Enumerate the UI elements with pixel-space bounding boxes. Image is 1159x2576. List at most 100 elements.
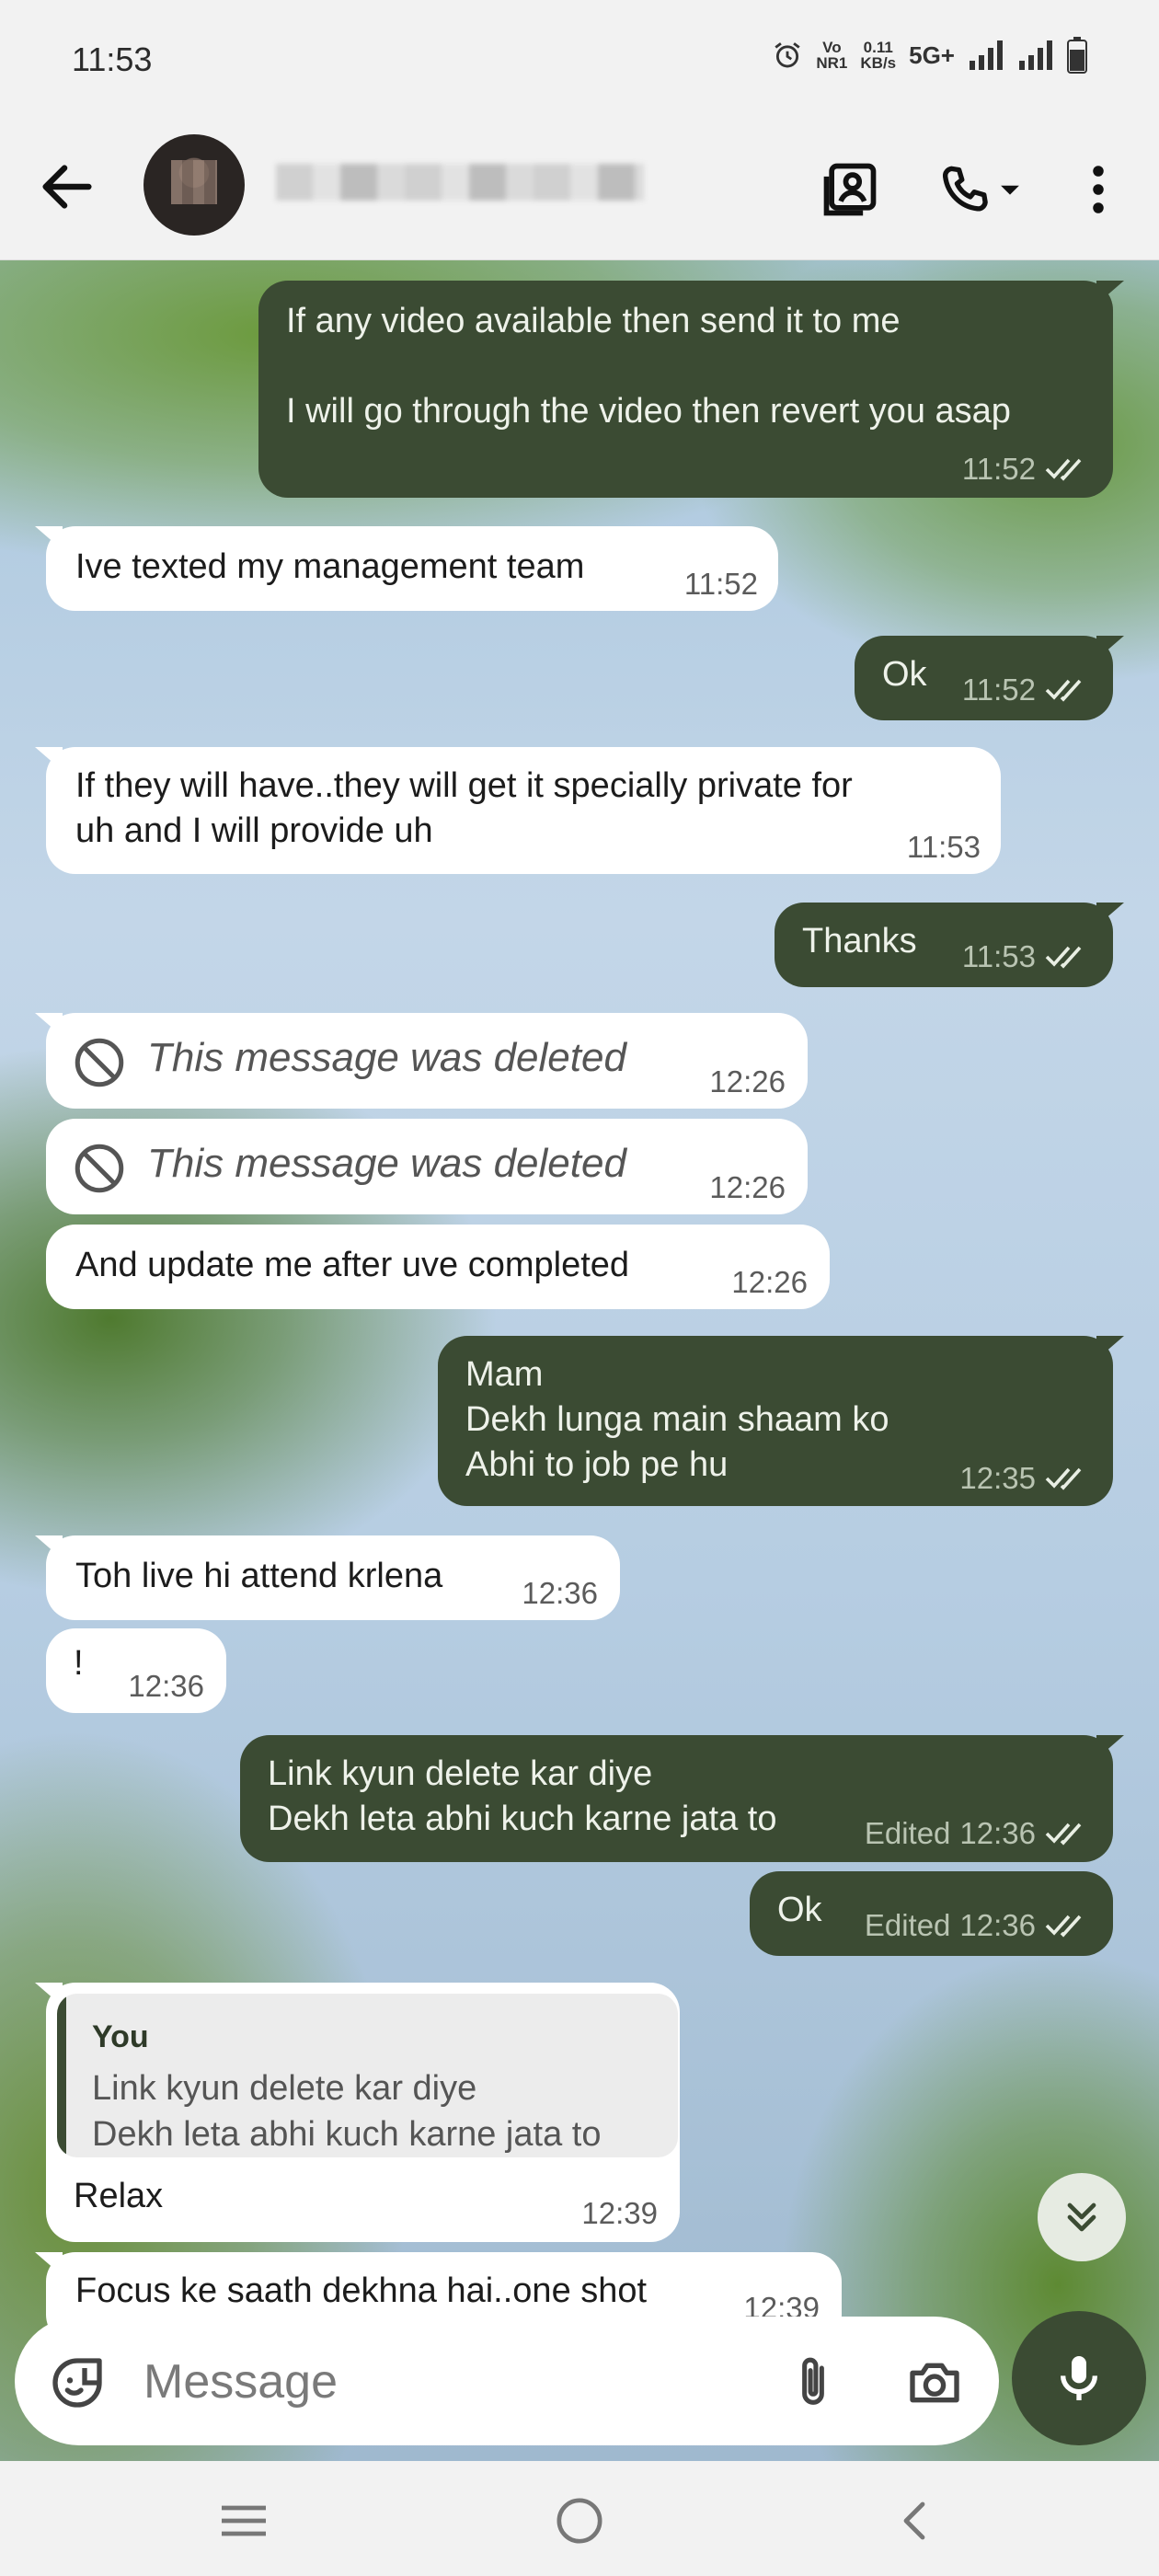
sticker-icon <box>52 2358 102 2408</box>
message-bubble-outgoing[interactable]: Link kyun delete kar diye Dekh leta abhi… <box>240 1735 1124 1862</box>
message-time: 11:52 <box>961 673 1036 707</box>
volte-indicator: Vo NR1 <box>816 40 847 71</box>
message-bubble-incoming[interactable]: If they will have..they will get it spec… <box>35 747 1001 874</box>
message-meta: 11:52 <box>962 452 1089 487</box>
alarm-icon <box>775 42 800 68</box>
scroll-to-bottom-button[interactable] <box>1038 2173 1126 2261</box>
message-composer <box>15 2317 999 2445</box>
message-text: Mam Dekh lunga main shaam ko Abhi to job… <box>465 1355 889 1484</box>
edited-label: Edited <box>864 1816 951 1850</box>
message-time: 12:36 <box>128 1669 204 1703</box>
emoji-sticker-button[interactable] <box>48 2353 107 2412</box>
more-options-button[interactable] <box>1061 153 1135 226</box>
blocked-icon <box>75 1144 124 1193</box>
network-type: 5G+ <box>909 40 955 69</box>
volte-top: Vo <box>822 39 842 56</box>
message-time: 12:36 <box>959 1816 1036 1850</box>
message-text: If they will have..they will get it spec… <box>75 766 853 850</box>
contact-card-icon <box>823 163 877 216</box>
message-time: 11:52 <box>683 567 758 601</box>
message-bubble-incoming[interactable]: Toh live hi attend krlena 12:36 <box>35 1535 620 1620</box>
camera-button[interactable] <box>905 2353 964 2412</box>
quote-accent-bar <box>57 1994 66 2157</box>
message-text: ! <box>74 1644 84 1683</box>
back-button[interactable] <box>35 155 99 219</box>
message-time: 12:26 <box>709 1170 786 1204</box>
message-time: 11:52 <box>961 452 1036 486</box>
chevron-left-icon <box>903 2501 925 2540</box>
attach-button[interactable] <box>784 2353 843 2412</box>
phone-icon <box>942 166 988 212</box>
message-text: Relax <box>74 2177 164 2215</box>
message-bubble-reply[interactable]: You Link kyun delete kar diye Dekh leta … <box>35 1983 680 2242</box>
voice-record-button[interactable] <box>1012 2311 1146 2445</box>
status-bar: 11:53 Vo NR1 0.11 KB/s 5G+ <box>0 0 1159 120</box>
message-time: 12:36 <box>522 1576 598 1610</box>
contact-avatar[interactable] <box>143 134 245 236</box>
message-bubble-outgoing[interactable]: Ok Edited 12:36 <box>750 1871 1113 1956</box>
message-text: Focus ke saath dekhna hai..one shot <box>75 2271 648 2310</box>
double-check-icon <box>1045 1467 1082 1490</box>
signal-icon-1 <box>970 40 1003 70</box>
blocked-icon <box>75 1038 124 1087</box>
message-time: 11:53 <box>906 830 981 864</box>
edited-label: Edited <box>864 1908 951 1942</box>
message-input[interactable] <box>142 2344 734 2420</box>
double-chevron-down-icon <box>1067 2202 1096 2232</box>
status-time: 11:53 <box>72 40 153 78</box>
paperclip-icon <box>802 2357 824 2405</box>
message-time: 12:26 <box>731 1265 808 1299</box>
message-bubble-incoming[interactable]: Ive texted my management team 11:52 <box>35 526 778 611</box>
message-bubble-incoming[interactable]: And update me after uve completed 12:26 <box>46 1225 830 1309</box>
contact-card-button[interactable] <box>813 153 887 226</box>
menu-lines-icon <box>222 2505 266 2536</box>
message-meta: Edited 12:36 <box>865 1816 1089 1851</box>
message-bubble-outgoing[interactable]: Ok 11:52 <box>855 636 1124 720</box>
home-button[interactable] <box>538 2489 621 2553</box>
double-check-icon <box>1045 679 1082 702</box>
quote-text: Link kyun delete kar diye Dekh leta abhi… <box>92 2069 602 2154</box>
camera-icon <box>910 2363 959 2403</box>
message-meta: 12:35 <box>959 1461 1089 1496</box>
recent-apps-button[interactable] <box>202 2489 285 2553</box>
message-bubble-incoming[interactable]: ! 12:36 <box>46 1628 226 1713</box>
double-check-icon <box>1045 946 1082 969</box>
contact-name-redacted[interactable] <box>276 164 644 201</box>
message-time: 11:53 <box>961 939 1036 973</box>
network-speed: 0.11 KB/s <box>860 40 896 71</box>
message-text: Toh live hi attend krlena <box>75 1557 443 1595</box>
double-check-icon <box>1045 458 1082 481</box>
message-bubble-outgoing[interactable]: Mam Dekh lunga main shaam ko Abhi to job… <box>438 1336 1124 1506</box>
microphone-icon <box>1061 2356 1097 2400</box>
system-nav-bar <box>0 2461 1159 2576</box>
message-meta: Edited 12:36 <box>865 1908 1089 1943</box>
message-text: If any video available then send it to m… <box>286 302 1011 431</box>
speed-value: 0.11 <box>863 39 893 56</box>
message-time: 12:39 <box>581 2196 658 2230</box>
message-text: This message was deleted <box>147 1141 626 1186</box>
call-button[interactable] <box>916 153 1045 226</box>
message-text: Ok <box>882 655 927 694</box>
message-bubble-deleted[interactable]: This message was deleted 12:26 <box>35 1013 808 1109</box>
speed-unit: KB/s <box>860 54 897 72</box>
message-time: 12:26 <box>709 1064 786 1098</box>
message-text: This message was deleted <box>147 1035 626 1080</box>
signal-icon-2 <box>1019 40 1052 70</box>
message-time: 12:35 <box>959 1461 1036 1495</box>
quote-author: You <box>92 2019 149 2054</box>
message-meta: 11:52 <box>962 673 1089 707</box>
battery-icon <box>1067 37 1087 74</box>
chat-area[interactable]: If any video available then send it to m… <box>0 260 1159 2461</box>
message-text: Ive texted my management team <box>75 547 585 586</box>
message-bubble-outgoing[interactable]: Thanks 11:53 <box>775 903 1124 987</box>
double-check-icon <box>1045 1823 1082 1846</box>
more-vertical-icon <box>1093 166 1104 213</box>
message-bubble-outgoing[interactable]: If any video available then send it to m… <box>258 281 1124 498</box>
message-text: Link kyun delete kar diye Dekh leta abhi… <box>268 1754 777 1838</box>
quoted-message[interactable]: You Link kyun delete kar diye Dekh leta … <box>57 1994 678 2157</box>
system-back-button[interactable] <box>874 2489 957 2553</box>
message-text: And update me after uve completed <box>75 1246 630 1284</box>
message-bubble-deleted[interactable]: This message was deleted 12:26 <box>46 1119 808 1214</box>
chat-header <box>0 120 1159 260</box>
message-meta: 11:53 <box>962 939 1089 974</box>
